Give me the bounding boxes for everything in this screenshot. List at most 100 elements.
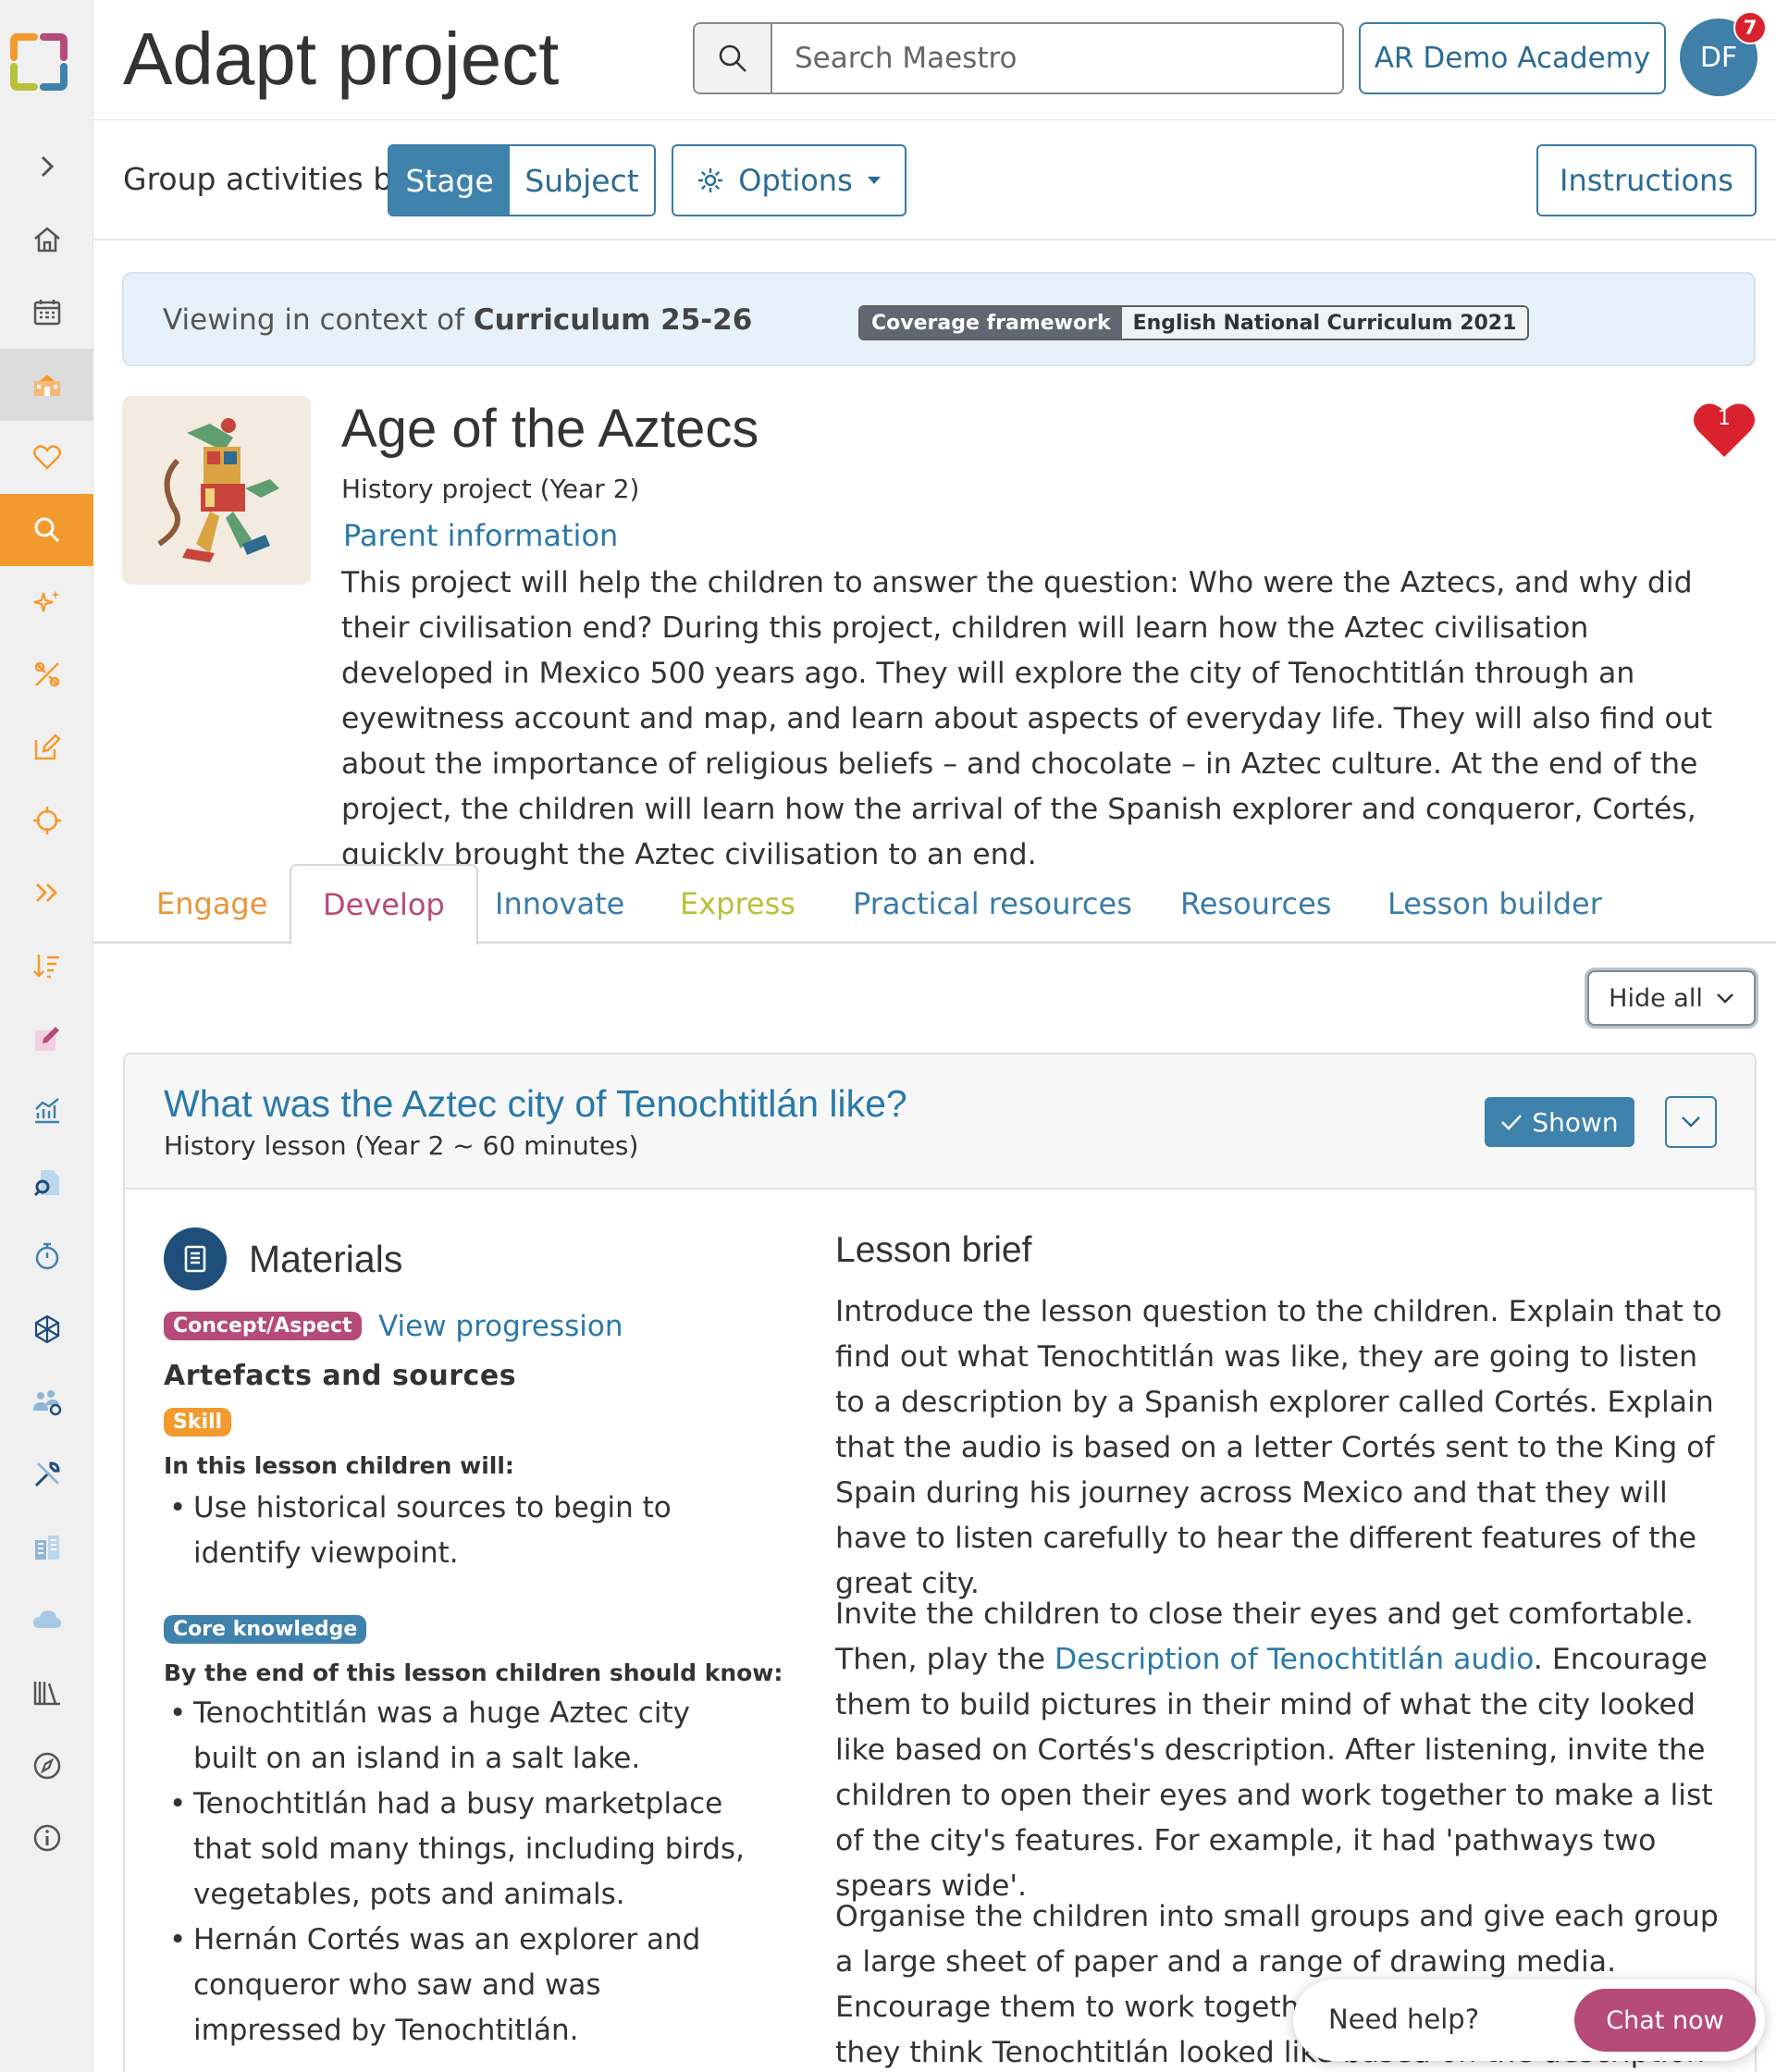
hide-all-label: Hide all bbox=[1609, 983, 1703, 1013]
sidebar-item-buildings[interactable] bbox=[0, 1511, 93, 1584]
sidebar-item-target[interactable] bbox=[0, 784, 93, 857]
chart-icon bbox=[34, 1098, 59, 1124]
search-input[interactable] bbox=[772, 24, 1342, 92]
brief-text: . Encourage them to build pictures in th… bbox=[835, 1643, 1713, 1903]
tab-express[interactable]: Express bbox=[680, 864, 796, 944]
search-button[interactable] bbox=[695, 24, 772, 92]
sidebar-item-network[interactable] bbox=[0, 1293, 93, 1365]
sort-icon bbox=[32, 955, 59, 979]
group-by-stage-button[interactable]: Stage bbox=[389, 146, 510, 215]
sidebar bbox=[0, 0, 93, 2072]
sidebar-item-info[interactable] bbox=[0, 1802, 93, 1874]
sparkle-icon bbox=[33, 590, 60, 612]
concept-title: Artefacts and sources bbox=[164, 1360, 517, 1392]
edit-icon bbox=[34, 734, 61, 760]
sidebar-item-forward[interactable] bbox=[0, 857, 93, 929]
skill-lead: In this lesson children will: bbox=[164, 1452, 514, 1479]
sidebar-item-sparkle[interactable] bbox=[0, 566, 93, 638]
sidebar-item-calendar[interactable] bbox=[0, 276, 93, 348]
network-icon bbox=[34, 1314, 59, 1344]
lesson-brief-paragraph-1: Introduce the lesson question to the chi… bbox=[835, 1295, 1722, 1600]
audio-resource-link[interactable]: Description of Tenochtitlán audio bbox=[1054, 1643, 1534, 1676]
skill-tag: Skill bbox=[164, 1408, 232, 1437]
lesson-card: What was the Aztec city of Tenochtitlán … bbox=[123, 1053, 1757, 2072]
context-text: Viewing in context of Curriculum 25-26 bbox=[163, 303, 752, 337]
sidebar-item-document-search[interactable] bbox=[0, 1147, 93, 1219]
sidebar-item-timer[interactable] bbox=[0, 1220, 93, 1292]
chat-help-label: Need help? bbox=[1328, 2004, 1480, 2035]
options-dropdown-button[interactable]: Options bbox=[672, 144, 906, 216]
caret-down-icon bbox=[867, 177, 881, 184]
sidebar-item-search[interactable] bbox=[0, 494, 93, 566]
lesson-card-header: What was the Aztec city of Tenochtitlán … bbox=[125, 1054, 1755, 1190]
sidebar-item-edit[interactable] bbox=[0, 711, 93, 783]
design-icon bbox=[34, 661, 59, 687]
sidebar-item-school[interactable] bbox=[0, 349, 93, 421]
sidebar-item-library[interactable] bbox=[0, 1657, 93, 1729]
context-banner: Viewing in context of Curriculum 25-26 C… bbox=[122, 272, 1756, 366]
shown-label: Shown bbox=[1532, 1106, 1619, 1138]
tab-engage[interactable]: Engage bbox=[156, 864, 267, 944]
tab-develop[interactable]: Develop bbox=[290, 864, 478, 945]
collapse-lesson-button[interactable] bbox=[1665, 1096, 1717, 1148]
sidebar-item-favourites[interactable] bbox=[0, 421, 93, 493]
core-knowledge-list: Tenochtitlán was a huge Aztec city built… bbox=[164, 1691, 756, 2054]
tab-engage-label: Engage bbox=[156, 886, 268, 921]
lesson-title[interactable]: What was the Aztec city of Tenochtitlán … bbox=[164, 1082, 907, 1126]
toolbar: Group activities by Stage Subject Option… bbox=[93, 120, 1776, 240]
tab-lesson-builder[interactable]: Lesson builder bbox=[1388, 864, 1602, 944]
tools-icon bbox=[34, 1462, 60, 1487]
pencil-icon bbox=[34, 1027, 59, 1051]
list-item: Use historical sources to begin to ident… bbox=[164, 1486, 756, 1576]
view-progression-link[interactable]: View progression bbox=[378, 1310, 623, 1343]
list-item: Tenochtitlán had a busy marketplace that… bbox=[164, 1782, 756, 1918]
lesson-brief-title: Lesson brief bbox=[835, 1230, 1032, 1270]
check-icon bbox=[1501, 1115, 1523, 1130]
tab-innovate[interactable]: Innovate bbox=[495, 864, 624, 944]
chat-now-button[interactable]: Chat now bbox=[1574, 1989, 1756, 2052]
materials-title: Materials bbox=[249, 1238, 403, 1280]
favourite-button[interactable]: 1 bbox=[1691, 398, 1758, 459]
compass-icon bbox=[33, 1752, 60, 1780]
group-by-subject-button[interactable]: Subject bbox=[510, 146, 654, 215]
parent-information-link[interactable]: Parent information bbox=[343, 518, 618, 553]
sidebar-item-design[interactable] bbox=[0, 638, 93, 710]
tab-resources[interactable]: Resources bbox=[1180, 864, 1331, 944]
tab-express-label: Express bbox=[680, 886, 796, 921]
core-knowledge-tag: Core knowledge bbox=[164, 1615, 367, 1644]
search-icon bbox=[719, 44, 746, 72]
lesson-subtitle: History lesson (Year 2 ~ 60 minutes) bbox=[164, 1130, 639, 1161]
users-settings-icon bbox=[32, 1390, 61, 1416]
school-selector-button[interactable]: AR Demo Academy bbox=[1359, 22, 1666, 94]
coverage-framework-key: Coverage framework bbox=[860, 307, 1122, 339]
project-subtitle: History project (Year 2) bbox=[341, 474, 640, 504]
maestro-logo[interactable] bbox=[6, 30, 71, 94]
coverage-framework-badge: Coverage framework English National Curr… bbox=[858, 305, 1530, 340]
sidebar-item-users[interactable] bbox=[0, 1365, 93, 1437]
core-knowledge-lead: By the end of this lesson children shoul… bbox=[164, 1659, 783, 1686]
hide-all-dropdown[interactable]: Hide all bbox=[1587, 970, 1756, 1026]
sidebar-item-cloud[interactable] bbox=[0, 1584, 93, 1656]
instructions-button[interactable]: Instructions bbox=[1536, 144, 1757, 216]
tab-practical-resources-label: Practical resources bbox=[853, 886, 1132, 921]
school-icon bbox=[33, 375, 60, 396]
project-title: Age of the Aztecs bbox=[341, 399, 759, 459]
tab-practical-resources[interactable]: Practical resources bbox=[853, 864, 1132, 944]
shown-toggle-button[interactable]: Shown bbox=[1485, 1097, 1634, 1147]
notification-badge[interactable]: 7 bbox=[1733, 11, 1767, 44]
sidebar-item-compass[interactable] bbox=[0, 1730, 93, 1802]
sidebar-expand[interactable] bbox=[0, 130, 93, 203]
sidebar-item-pencil[interactable] bbox=[0, 1003, 93, 1075]
context-curriculum: Curriculum 25-26 bbox=[473, 303, 753, 337]
cloud-icon bbox=[32, 1610, 61, 1628]
sidebar-item-chart[interactable] bbox=[0, 1075, 93, 1147]
chat-widget: Need help? Chat now bbox=[1293, 1980, 1765, 2061]
chevron-down-icon bbox=[1682, 1116, 1700, 1128]
project-description: This project will help the children to a… bbox=[341, 566, 1713, 871]
sidebar-item-home[interactable] bbox=[0, 204, 93, 276]
expand-icon bbox=[41, 155, 54, 178]
sidebar-item-tools[interactable] bbox=[0, 1438, 93, 1511]
sidebar-item-sort[interactable] bbox=[0, 930, 93, 1002]
lesson-brief-paragraph-2: Invite the children to close their eyes … bbox=[835, 1592, 1723, 1909]
group-activities-label: Group activities by bbox=[123, 161, 411, 197]
